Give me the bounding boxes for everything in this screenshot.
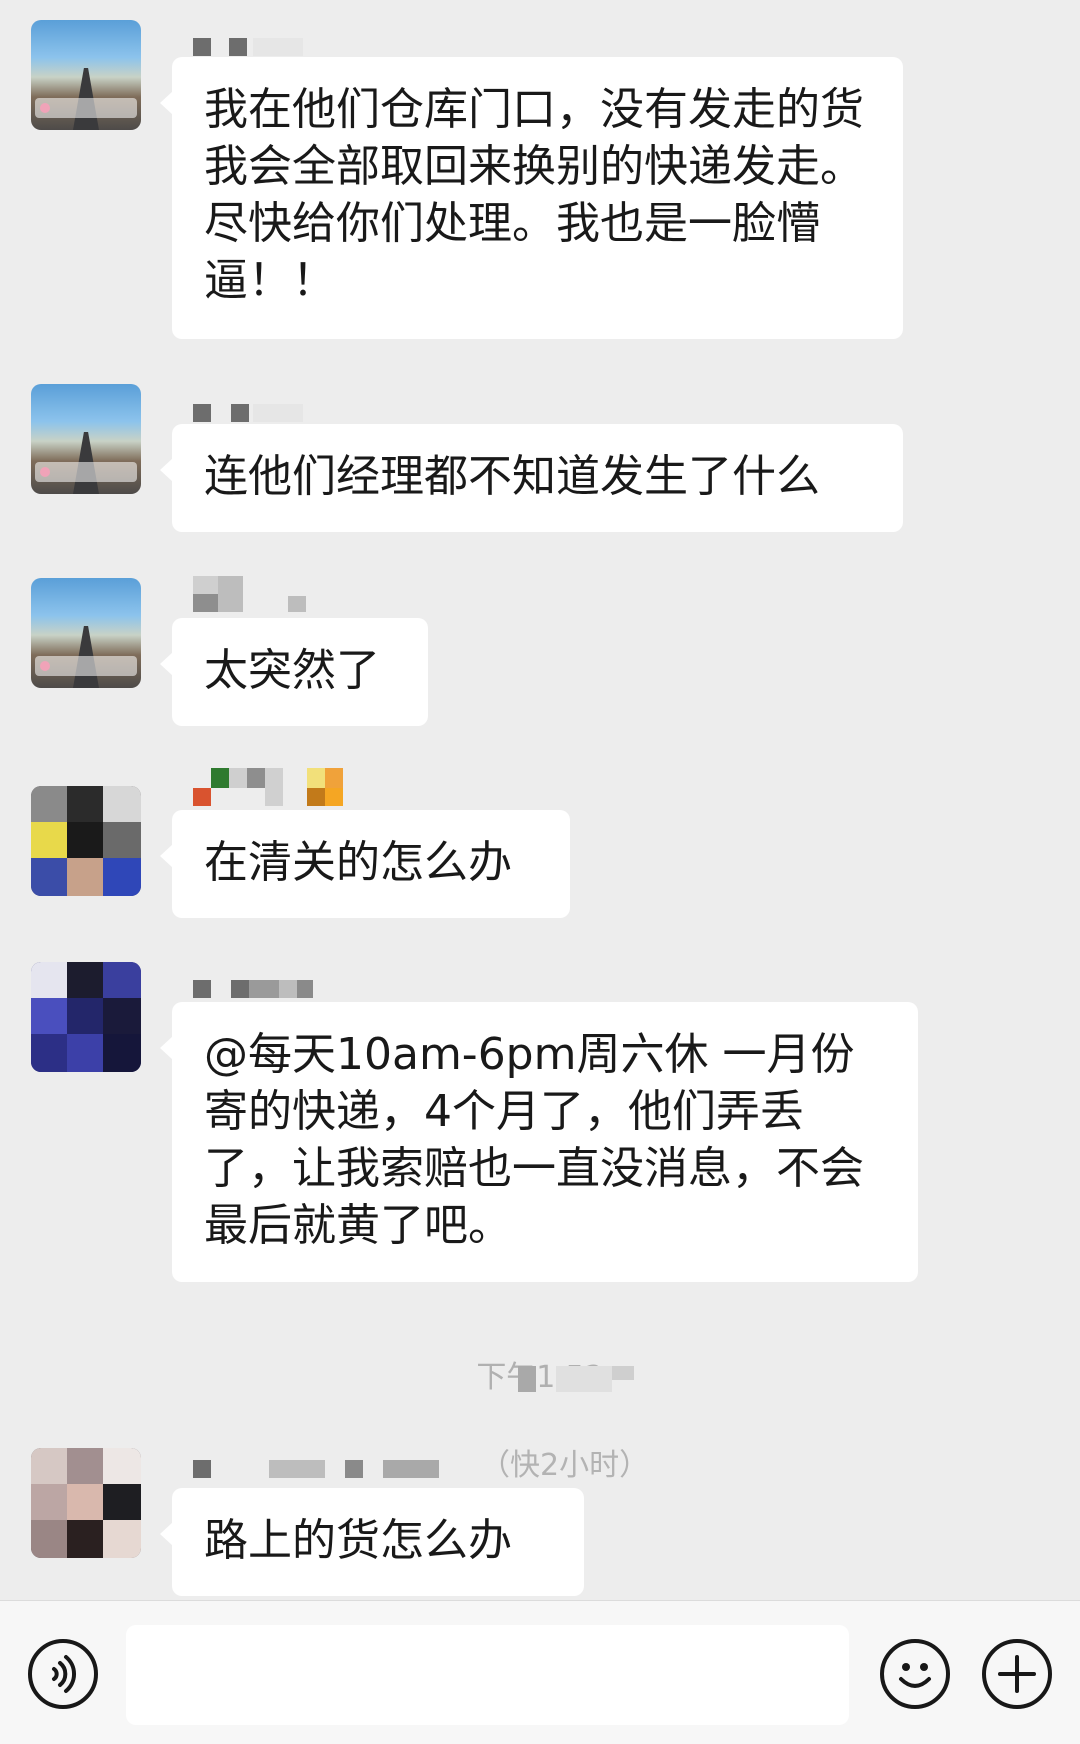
message-text: @每天10am-6pm周六休 一月份寄的快递，4个月了，他们弄丢了，让我索赔也一… — [204, 1029, 864, 1251]
timestamp-redaction — [518, 1366, 536, 1392]
message-bubble[interactable]: 在清关的怎么办 — [160, 810, 570, 918]
avatar-tag — [35, 462, 137, 482]
chat-screen: 我在他们仓库门口，没有发走的货我会全部取回来换别的快递发走。尽快给你们处理。我也… — [0, 0, 1080, 1744]
message-text: 太突然了 — [204, 645, 380, 696]
sender-avatar[interactable] — [31, 20, 141, 130]
emoji-icon[interactable] — [880, 1639, 950, 1709]
timestamp-redaction — [556, 1366, 612, 1392]
sender-avatar[interactable] — [31, 1448, 141, 1558]
sender-name-redacted — [193, 576, 313, 612]
message-bubble[interactable]: 连他们经理都不知道发生了什么 — [160, 424, 903, 532]
sender-name-redacted — [193, 980, 313, 1002]
sender-name-redacted — [193, 404, 303, 426]
message-bubble[interactable]: 太突然了 — [160, 618, 428, 726]
message-input[interactable] — [126, 1625, 849, 1725]
message-text: 路上的货怎么办 — [204, 1515, 512, 1566]
voice-icon[interactable] — [28, 1639, 98, 1709]
voice-glyph — [52, 1655, 77, 1693]
message-bubble[interactable]: @每天10am-6pm周六休 一月份寄的快递，4个月了，他们弄丢了，让我索赔也一… — [160, 1002, 918, 1282]
message-bubble[interactable]: 我在他们仓库门口，没有发走的货我会全部取回来换别的快递发走。尽快给你们处理。我也… — [160, 57, 903, 339]
input-bar — [0, 1600, 1080, 1744]
sender-name-redacted — [193, 1460, 443, 1482]
plus-glyph — [998, 1655, 1036, 1693]
sender-name-redacted — [193, 768, 343, 806]
timestamp: 下午1:52 — [476, 1360, 604, 1395]
avatar-tag — [35, 98, 137, 118]
message-text: 我在他们仓库门口，没有发走的货我会全部取回来换别的快递发走。尽快给你们处理。我也… — [204, 84, 864, 306]
message-text: 连他们经理都不知道发生了什么 — [204, 451, 820, 502]
sender-avatar[interactable] — [31, 962, 141, 1072]
sender-avatar[interactable] — [31, 578, 141, 688]
plus-icon[interactable] — [982, 1639, 1052, 1709]
timestamp-redaction — [612, 1366, 634, 1380]
sender-avatar[interactable] — [31, 786, 141, 896]
emoji-glyph — [899, 1663, 931, 1688]
avatar-tag — [35, 656, 137, 676]
sender-avatar[interactable] — [31, 384, 141, 494]
message-bubble[interactable]: 路上的货怎么办 — [160, 1488, 584, 1596]
sender-name-suffix: （快2小时） — [480, 1448, 650, 1483]
message-text: 在清关的怎么办 — [204, 837, 512, 888]
